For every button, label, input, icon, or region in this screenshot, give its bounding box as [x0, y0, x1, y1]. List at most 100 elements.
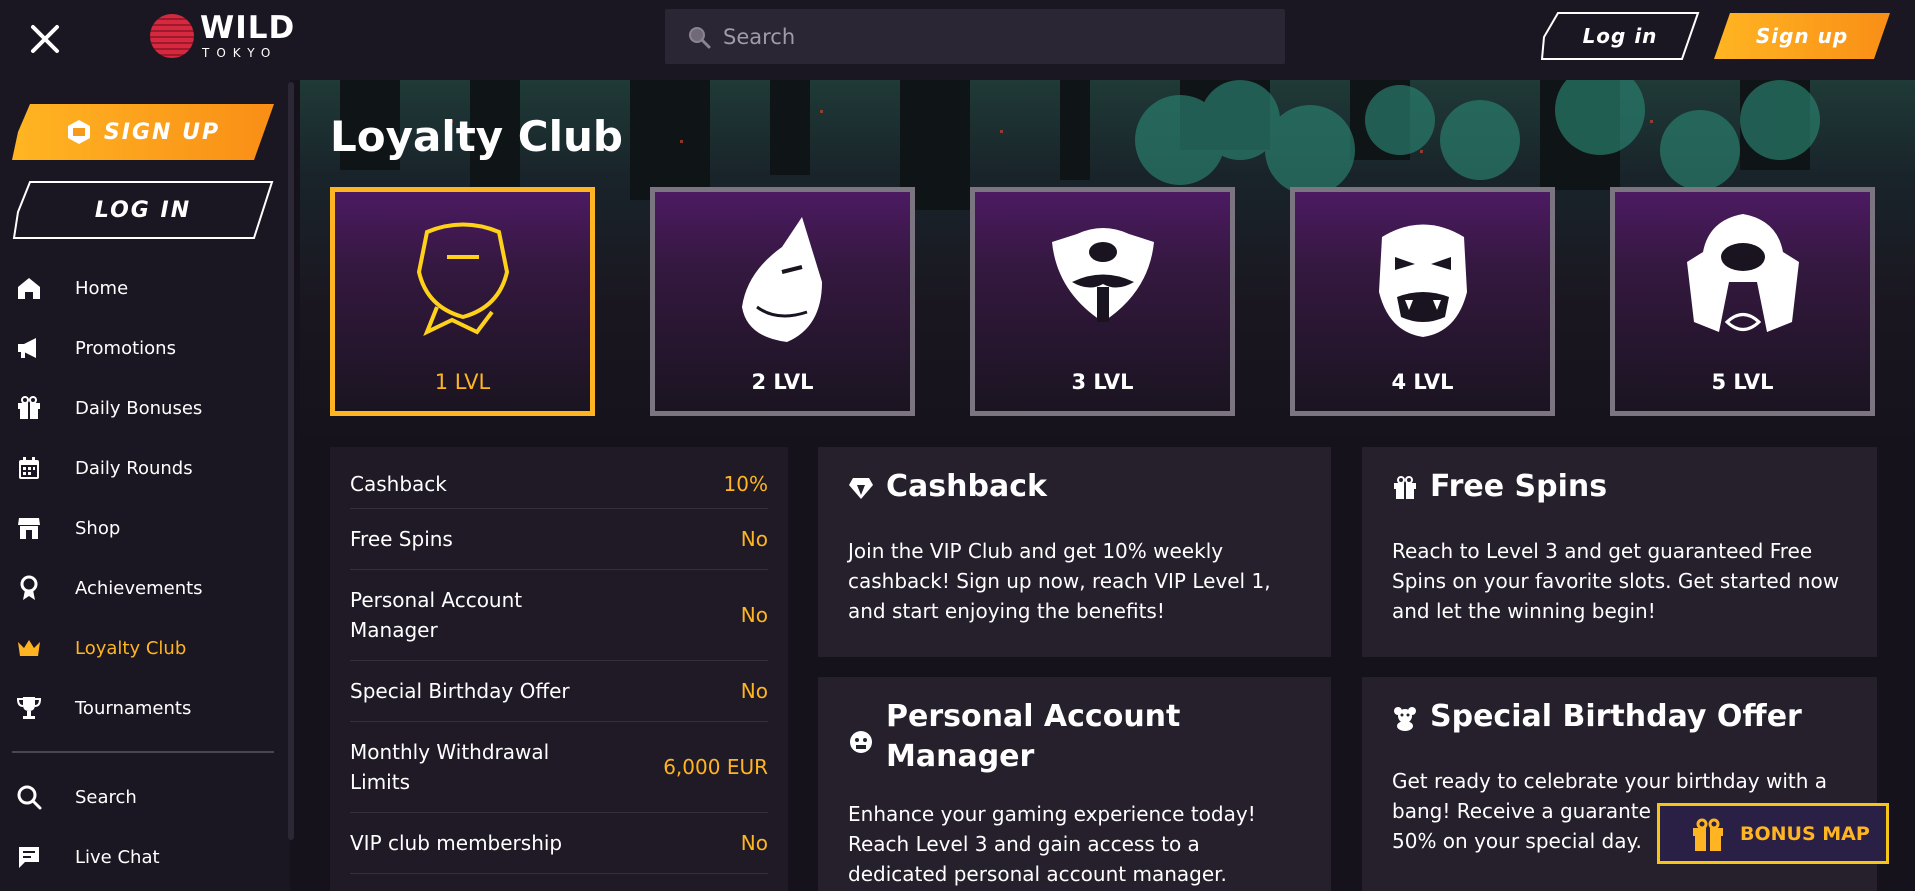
level-card-3[interactable]: 3 LVL [970, 187, 1235, 416]
info-card-cashback: Cashback Join the VIP Club and get 10% w… [818, 447, 1331, 657]
benefit-row: Cashback 10% [350, 457, 768, 509]
info-card-line: Enhance your gaming experience today! [848, 802, 1256, 826]
benefit-value: 6,000 EUR [663, 755, 768, 779]
page-title: Loyalty Club [330, 112, 623, 161]
close-icon [31, 25, 59, 53]
sidebar-item-label: Live Chat [75, 846, 160, 868]
sidebar-item-daily-rounds[interactable]: Daily Rounds [0, 438, 280, 498]
main-content: Loyalty Club 1 LVL 2 LVL 3 LVL 4 LVL 5 L… [300, 80, 1915, 891]
mustache-mask-icon [1052, 228, 1154, 322]
level-card-4[interactable]: 4 LVL [1290, 187, 1555, 416]
header-login-button[interactable]: Log in [1540, 11, 1700, 61]
logo-sun-icon [150, 14, 194, 58]
info-card-line: cashback! Sign up now, reach VIP Level 1… [848, 569, 1271, 593]
info-card-line: Join the VIP Club and get 10% weekly [848, 539, 1224, 563]
crown-icon [16, 635, 42, 661]
level-card-5[interactable]: 5 LVL [1610, 187, 1875, 416]
level-label: 4 LVL [1391, 370, 1454, 394]
sidebar-scrollbar[interactable] [288, 82, 294, 840]
sidebar-item-loyalty-club[interactable]: Loyalty Club [0, 618, 280, 678]
bonus-map-label: BONUS MAP [1740, 823, 1870, 845]
sidebar-item-shop[interactable]: Shop [0, 498, 280, 558]
benefit-value: No [740, 679, 768, 703]
info-card-free-spins: Free Spins Reach to Level 3 and get guar… [1362, 447, 1877, 657]
level-card-1[interactable]: 1 LVL [330, 187, 595, 416]
benefit-name: Personal Account Manager [350, 588, 523, 642]
sidebar-login-button[interactable]: LOG IN [12, 180, 274, 240]
sidebar-signup-text: SIGN UP [103, 119, 221, 145]
search-input[interactable] [723, 9, 1263, 64]
info-card-line: Spins on your favorite slots. Get starte… [1392, 569, 1840, 593]
sidebar-nav: Home Promotions Daily Bonuses Daily Roun… [0, 258, 280, 738]
search-icon [16, 784, 42, 810]
benefit-row: Special Birthday Offer No [350, 661, 768, 722]
header-login-label: Log in [1582, 24, 1658, 48]
sidebar-item-tournaments[interactable]: Tournaments [0, 678, 280, 738]
sidebar-item-search[interactable]: Search [0, 767, 280, 827]
level-label: 3 LVL [1071, 370, 1134, 394]
info-card-personal-manager: Personal Account Manager Enhance your ga… [818, 677, 1331, 891]
samurai-helmet-icon [1687, 214, 1799, 332]
level-label: 2 LVL [751, 370, 814, 394]
logo-word: WILD [200, 10, 296, 46]
gift-icon [1394, 476, 1416, 499]
benefit-row: Personal Account Manager No [350, 570, 768, 661]
sidebar: SIGN UP LOG IN Home Promotions Daily Bon… [0, 80, 290, 891]
info-card-line: Get ready to celebrate your birthday wit… [1392, 769, 1828, 793]
teddy-bear-icon [1394, 707, 1416, 731]
info-card-title: Personal Account [886, 699, 1181, 734]
level-label: 1 LVL [434, 370, 491, 394]
sidebar-secondary-nav: Search Live Chat [0, 767, 280, 887]
benefit-value: No [740, 831, 768, 855]
info-card-line: 50% on your special day. [1392, 829, 1642, 853]
kitsune-mask-icon [742, 217, 822, 342]
benefit-row: Monthly Withdrawal Limits 6,000 EUR [350, 722, 768, 813]
benefit-value: 10% [723, 472, 768, 496]
logo-subtitle: TOKYO [202, 46, 278, 60]
sidebar-item-promotions[interactable]: Promotions [0, 318, 280, 378]
ribbon-icon [16, 575, 42, 601]
bonus-map-button[interactable]: BONUS MAP [1657, 803, 1889, 864]
gift-icon [16, 395, 42, 421]
sidebar-item-live-chat[interactable]: Live Chat [0, 827, 280, 887]
sidebar-signup-button[interactable]: SIGN UP [12, 102, 274, 162]
diamond-icon [849, 478, 873, 499]
search-icon [689, 27, 711, 49]
header-signup-button[interactable]: Sign up [1712, 11, 1892, 61]
benefit-name: VIP club membership [350, 831, 563, 855]
calendar-icon [16, 455, 42, 481]
level-label: 5 LVL [1711, 370, 1774, 394]
sidebar-login-label: LOG IN [94, 197, 192, 223]
info-card-line: and let the winning begin! [1392, 599, 1656, 623]
gift-icon [1693, 818, 1723, 851]
sidebar-item-daily-bonuses[interactable]: Daily Bonuses [0, 378, 280, 438]
sidebar-item-label: Achievements [75, 577, 203, 599]
sidebar-item-label: Daily Bonuses [75, 397, 203, 419]
benefit-name: Free Spins [350, 527, 453, 551]
sidebar-item-achievements[interactable]: Achievements [0, 558, 280, 618]
sidebar-item-label: Tournaments [75, 697, 192, 719]
oni-mask-icon [1379, 224, 1467, 337]
home-icon [16, 275, 42, 301]
logo[interactable]: WILD TOKYO [150, 12, 294, 60]
sidebar-item-label: Daily Rounds [75, 457, 193, 479]
info-card-title: Cashback [886, 469, 1047, 504]
sidebar-item-label: Loyalty Club [75, 637, 187, 659]
search-bar [665, 9, 1285, 64]
sidebar-item-home[interactable]: Home [0, 258, 280, 318]
info-card-title: Special Birthday Offer [1430, 699, 1802, 734]
level-card-2[interactable]: 2 LVL [650, 187, 915, 416]
close-menu-button[interactable] [28, 22, 62, 56]
info-card-title-line2: Manager [886, 739, 1035, 774]
benefit-value: No [740, 603, 768, 627]
top-bar: WILD TOKYO Log in Sign up [0, 0, 1915, 80]
info-card-title: Free Spins [1430, 469, 1608, 504]
sidebar-item-label: Promotions [75, 337, 176, 359]
benefits-table: Cashback 10% Free Spins No Personal Acco… [330, 447, 788, 891]
bandana-mask-icon [416, 222, 510, 337]
info-card-line: bang! Receive a guarante [1392, 799, 1651, 823]
info-card-line: Reach to Level 3 and get guaranteed Free [1392, 539, 1813, 563]
benefit-value: No [740, 527, 768, 551]
benefit-name: Cashback [350, 472, 447, 496]
benefit-name: Special Birthday Offer [350, 679, 570, 703]
